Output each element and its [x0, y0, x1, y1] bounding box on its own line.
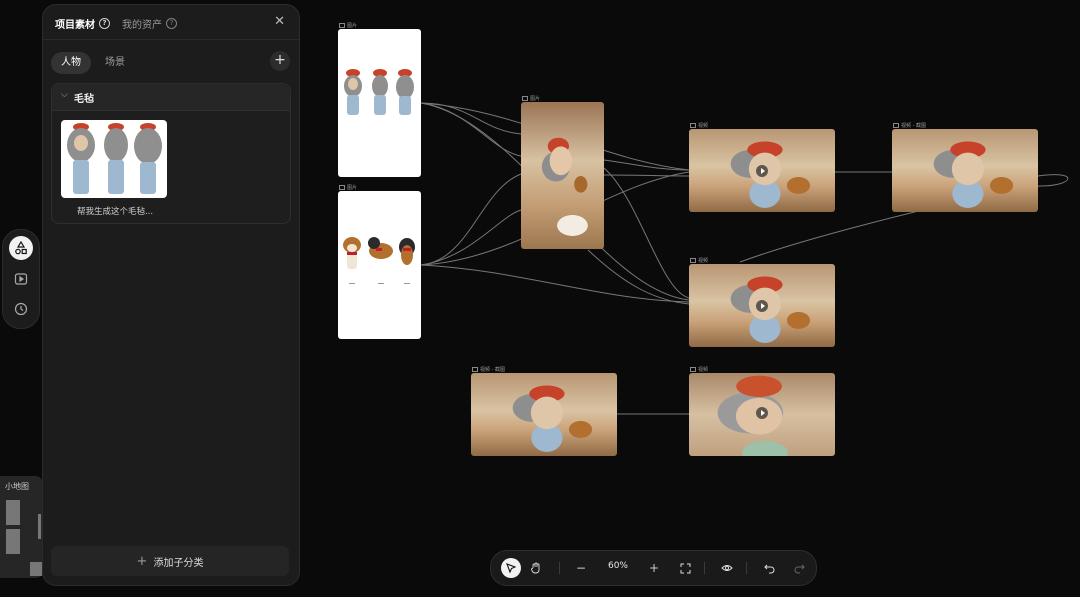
hand-icon[interactable] — [527, 559, 545, 577]
tab-my-assets[interactable]: 我的资产 ? — [122, 16, 177, 31]
asset-caption: 帮我生成这个毛毡... — [76, 207, 154, 217]
node-video-3[interactable] — [689, 373, 835, 456]
node-video-1[interactable] — [689, 129, 835, 212]
image-icon — [472, 367, 478, 372]
group-header[interactable]: ⌵ 毛毡 — [52, 84, 290, 111]
minimap-node — [38, 514, 41, 539]
plus-icon[interactable]: + — [645, 559, 663, 577]
canvas-toolbar: − 60% + — [490, 550, 817, 586]
node-label-vid3: 视频 — [690, 257, 708, 264]
node-label-img2: 图片 — [339, 184, 357, 191]
eye-icon[interactable] — [718, 559, 736, 577]
add-subcategory-button[interactable]: + 添加子分类 — [51, 546, 289, 576]
redo-icon[interactable] — [790, 559, 808, 577]
node-label-img1: 图片 — [339, 22, 357, 29]
node-label-vid2: 视频 - 截图 — [893, 122, 926, 129]
video-icon — [690, 123, 696, 128]
image-icon — [893, 123, 899, 128]
play-icon[interactable] — [756, 165, 768, 177]
divider — [559, 562, 560, 574]
node-label-vid4: 视频 - 截图 — [472, 366, 505, 373]
video-icon[interactable] — [9, 267, 33, 291]
category-chip-scenes[interactable]: 场景 — [95, 52, 135, 74]
image-icon — [339, 23, 345, 28]
character-thumbnail-illustration — [67, 123, 162, 194]
character-sheet-illustration — [344, 69, 414, 115]
node-label-vid5: 视频 — [690, 366, 708, 373]
plus-icon: + — [136, 553, 148, 569]
asset-group-felt: ⌵ 毛毡 帮我生成这个毛毡... — [51, 83, 291, 224]
tool-rail — [2, 229, 40, 329]
chevron-down-icon[interactable]: ⌵ — [61, 90, 68, 100]
cursor-arrow-icon[interactable] — [501, 558, 521, 578]
node-label-img3: 图片 — [522, 95, 540, 102]
node-dog-turnaround[interactable] — [338, 191, 421, 339]
divider — [704, 562, 705, 574]
asset-panel: 项目素材 ? 我的资产 ? ✕ 人物 场景 + ⌵ 毛毡 帮我生成这个毛毡...… — [42, 4, 300, 586]
node-scene-portrait[interactable] — [521, 102, 604, 249]
node-video-2[interactable] — [689, 264, 835, 347]
minimap-node — [30, 562, 42, 576]
video-icon — [690, 367, 696, 372]
tab-project-assets[interactable]: 项目素材 ? — [55, 16, 110, 31]
play-icon[interactable] — [756, 407, 768, 419]
play-icon[interactable] — [756, 300, 768, 312]
zoom-level[interactable]: 60% — [601, 561, 635, 571]
divider — [43, 39, 299, 40]
minimap-node — [6, 500, 20, 525]
tab-label: 我的资产 — [122, 20, 162, 31]
node-video-screenshot-1[interactable] — [892, 129, 1038, 212]
question-circle-icon[interactable]: ? — [166, 18, 177, 29]
minus-icon[interactable]: − — [572, 559, 590, 577]
category-chip-characters[interactable]: 人物 — [51, 52, 91, 74]
minimap-title: 小地图 — [5, 482, 29, 491]
tab-label: 项目素材 — [55, 20, 95, 31]
shapes-icon[interactable] — [9, 236, 33, 260]
clock-icon[interactable] — [9, 297, 33, 321]
video-icon — [690, 258, 696, 263]
question-circle-icon[interactable]: ? — [99, 18, 110, 29]
undo-icon[interactable] — [760, 559, 778, 577]
add-subcategory-label: 添加子分类 — [153, 557, 204, 569]
close-icon[interactable]: ✕ — [274, 14, 285, 29]
add-category-button[interactable]: + — [270, 51, 290, 71]
asset-thumbnail[interactable] — [61, 120, 167, 198]
image-icon — [522, 96, 528, 101]
divider — [746, 562, 747, 574]
dog-sheet-illustration — [343, 237, 415, 284]
minimap[interactable]: 小地图 — [0, 476, 42, 578]
node-video-screenshot-2[interactable] — [471, 373, 617, 456]
node-character-turnaround[interactable] — [338, 29, 421, 177]
fit-screen-icon[interactable] — [676, 559, 694, 577]
minimap-node — [6, 529, 20, 554]
group-title: 毛毡 — [74, 94, 94, 105]
image-icon — [339, 185, 345, 190]
node-label-vid1: 视频 — [690, 122, 708, 129]
